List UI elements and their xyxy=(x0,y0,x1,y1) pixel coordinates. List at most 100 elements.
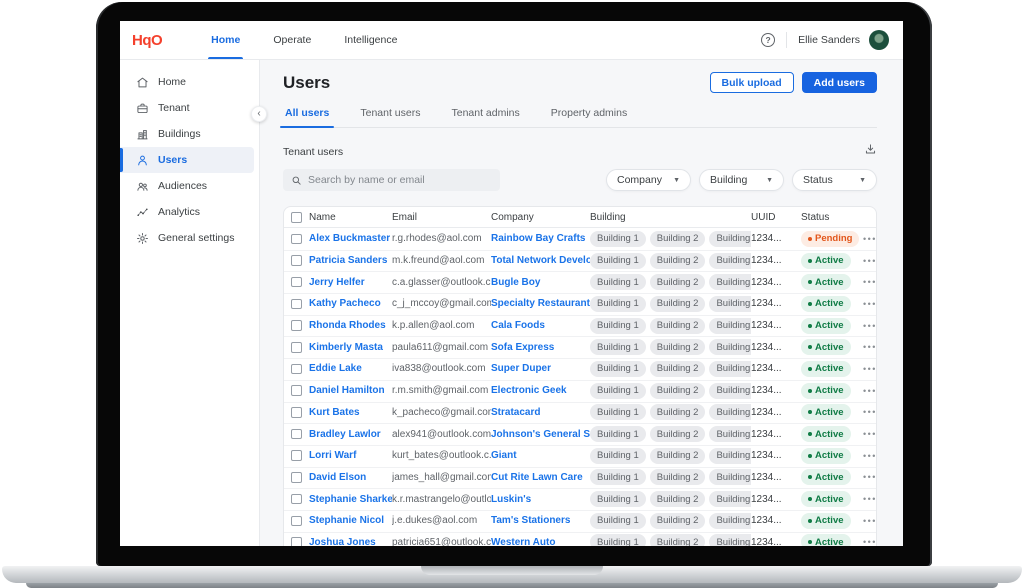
row-checkbox[interactable] xyxy=(291,234,302,245)
help-icon[interactable]: ? xyxy=(761,33,775,47)
sidebar-item-users[interactable]: Users xyxy=(120,147,254,173)
company-link[interactable]: Tam's Stationers xyxy=(491,515,590,526)
company-link[interactable]: Bugle Boy xyxy=(491,277,590,288)
row-checkbox[interactable] xyxy=(291,472,302,483)
tab-all-users[interactable]: All users xyxy=(283,103,331,127)
user-name-link[interactable]: Stephanie Nicol xyxy=(309,515,392,526)
user-name-link[interactable]: Jerry Helfer xyxy=(309,277,392,288)
row-checkbox[interactable] xyxy=(291,450,302,461)
row-menu-button[interactable]: ••• xyxy=(863,451,877,461)
settings-icon xyxy=(136,232,149,245)
row-checkbox[interactable] xyxy=(291,277,302,288)
company-link[interactable]: Cala Foods xyxy=(491,320,590,331)
row-menu-button[interactable]: ••• xyxy=(863,364,877,374)
filter-status[interactable]: Status ▼ xyxy=(792,169,877,191)
row-checkbox[interactable] xyxy=(291,255,302,266)
row-checkbox[interactable] xyxy=(291,429,302,440)
user-name-link[interactable]: Lorri Warf xyxy=(309,450,392,461)
sidebar-item-general-settings[interactable]: General settings xyxy=(120,225,254,251)
tab-tenant-admins[interactable]: Tenant admins xyxy=(449,103,521,127)
chevron-down-icon: ▼ xyxy=(859,177,866,184)
company-link[interactable]: Western Auto xyxy=(491,537,590,546)
row-menu-button[interactable]: ••• xyxy=(863,386,877,396)
user-uuid: 1234... xyxy=(751,320,801,331)
user-name-link[interactable]: Kurt Bates xyxy=(309,407,392,418)
building-tag: Building 1 xyxy=(590,318,646,334)
row-menu-button[interactable]: ••• xyxy=(863,256,877,266)
tab-tenant-users[interactable]: Tenant users xyxy=(358,103,422,127)
user-uuid: 1234... xyxy=(751,494,801,505)
row-checkbox[interactable] xyxy=(291,537,302,546)
row-checkbox[interactable] xyxy=(291,494,302,505)
user-name-link[interactable]: Bradley Lawlor xyxy=(309,429,392,440)
filter-company[interactable]: Company ▼ xyxy=(606,169,691,191)
user-name-link[interactable]: Rhonda Rhodes xyxy=(309,320,392,331)
company-link[interactable]: Stratacard xyxy=(491,407,590,418)
row-menu-button[interactable]: ••• xyxy=(863,321,877,331)
filter-label: Building xyxy=(710,174,747,186)
user-name-link[interactable]: Eddie Lake xyxy=(309,363,392,374)
row-checkbox[interactable] xyxy=(291,364,302,375)
sidebar-item-audiences[interactable]: Audiences xyxy=(120,173,254,199)
filter-building[interactable]: Building ▼ xyxy=(699,169,784,191)
company-link[interactable]: Super Duper xyxy=(491,363,590,374)
select-all-checkbox[interactable] xyxy=(291,212,302,223)
tab-property-admins[interactable]: Property admins xyxy=(549,103,629,127)
row-checkbox[interactable] xyxy=(291,299,302,310)
row-menu-button[interactable]: ••• xyxy=(863,407,877,417)
row-menu-button[interactable]: ••• xyxy=(863,429,877,439)
sidebar-item-home[interactable]: Home xyxy=(120,69,254,95)
row-checkbox[interactable] xyxy=(291,320,302,331)
search-input[interactable] xyxy=(308,174,492,186)
row-menu-button[interactable]: ••• xyxy=(863,472,877,482)
user-email: m.k.freund@aol.com xyxy=(392,255,491,266)
row-checkbox[interactable] xyxy=(291,407,302,418)
row-menu-button[interactable]: ••• xyxy=(863,537,877,546)
user-email: kurt_bates@outlook.c... xyxy=(392,450,491,461)
user-email: c.a.glasser@outlook.c... xyxy=(392,277,491,288)
user-name-link[interactable]: Alex Buckmaster xyxy=(309,233,392,244)
user-uuid: 1234... xyxy=(751,255,801,266)
company-link[interactable]: Luskin's xyxy=(491,494,590,505)
company-link[interactable]: Sofa Express xyxy=(491,342,590,353)
row-menu-button[interactable]: ••• xyxy=(863,234,877,244)
row-checkbox[interactable] xyxy=(291,342,302,353)
avatar[interactable] xyxy=(869,30,889,50)
row-menu-button[interactable]: ••• xyxy=(863,277,877,287)
user-name-link[interactable]: Kathy Pacheco xyxy=(309,298,392,309)
row-menu-button[interactable]: ••• xyxy=(863,516,877,526)
company-link[interactable]: Specialty Restaurant Gro xyxy=(491,298,590,309)
bulk-upload-button[interactable]: Bulk upload xyxy=(710,72,794,93)
nav-item-operate[interactable]: Operate xyxy=(270,21,314,59)
company-link[interactable]: Total Network Developme xyxy=(491,255,590,266)
company-link[interactable]: Rainbow Bay Crafts xyxy=(491,233,590,244)
user-name-link[interactable]: Stephanie Sharkey xyxy=(309,494,392,505)
sidebar-item-buildings[interactable]: Buildings xyxy=(120,121,254,147)
user-name-link[interactable]: David Elson xyxy=(309,472,392,483)
sidebar-item-tenant[interactable]: Tenant xyxy=(120,95,254,121)
sidebar-collapse-button[interactable]: ‹ xyxy=(251,106,267,122)
hqo-logo[interactable]: HqO xyxy=(132,32,162,49)
building-tags: Building 1Building 2Building 3 xyxy=(590,383,751,399)
row-menu-button[interactable]: ••• xyxy=(863,342,877,352)
company-link[interactable]: Electronic Geek xyxy=(491,385,590,396)
row-checkbox[interactable] xyxy=(291,516,302,527)
company-link[interactable]: Giant xyxy=(491,450,590,461)
row-menu-button[interactable]: ••• xyxy=(863,494,877,504)
user-name-link[interactable]: Daniel Hamilton xyxy=(309,385,392,396)
page-title: Users xyxy=(283,73,330,93)
row-checkbox[interactable] xyxy=(291,385,302,396)
sidebar-item-analytics[interactable]: Analytics xyxy=(120,199,254,225)
user-name-link[interactable]: Patricia Sanders xyxy=(309,255,392,266)
company-link[interactable]: Johnson's General Store xyxy=(491,429,590,440)
laptop-mockup: HqO Home Operate Intelligence ? Ellie Sa… xyxy=(0,0,1024,588)
user-name-link[interactable]: Joshua Jones xyxy=(309,537,392,546)
add-users-button[interactable]: Add users xyxy=(802,72,877,93)
user-email: c_j_mccoy@gmail.com xyxy=(392,298,491,309)
download-button[interactable] xyxy=(864,143,877,161)
company-link[interactable]: Cut Rite Lawn Care xyxy=(491,472,590,483)
user-name-link[interactable]: Kimberly Masta xyxy=(309,342,392,353)
nav-item-intelligence[interactable]: Intelligence xyxy=(341,21,400,59)
row-menu-button[interactable]: ••• xyxy=(863,299,877,309)
nav-item-home[interactable]: Home xyxy=(208,21,243,59)
